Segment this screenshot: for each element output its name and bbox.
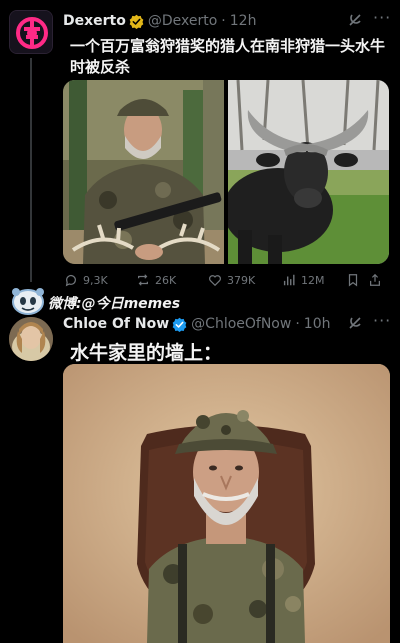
more-options-icon[interactable]: ··· xyxy=(373,8,391,27)
view-count: 12M xyxy=(301,273,325,287)
author-name[interactable]: Dexerto xyxy=(63,13,126,29)
share-button[interactable] xyxy=(368,273,384,287)
tweet-media[interactable] xyxy=(63,80,389,264)
dot-separator: · xyxy=(221,13,226,29)
dexerto-logo xyxy=(10,11,52,53)
repost-button[interactable]: 26K xyxy=(136,273,208,287)
reply-icon xyxy=(65,274,76,287)
tweet-time[interactable]: 12h xyxy=(230,13,257,29)
cape-buffalo-photo[interactable] xyxy=(228,80,389,264)
hunter-with-rifle-photo[interactable] xyxy=(63,80,224,264)
repost-icon xyxy=(138,274,148,286)
tweet-text: 一个百万富翁狩猎奖的猎人在南非狩猎一头水牛时被反杀 xyxy=(70,37,386,76)
bookmark-button[interactable] xyxy=(346,273,368,287)
author-handle[interactable]: @ChloeOfNow xyxy=(191,316,291,332)
views-button[interactable]: 12M xyxy=(282,273,346,287)
tweet-dexerto[interactable]: Dexerto @Dexerto · 12h ··· 一个百万富翁狩猎奖的猎人在… xyxy=(0,0,400,290)
chloe-avatar[interactable] xyxy=(9,317,53,361)
reply-button[interactable]: 9,3K xyxy=(64,273,136,287)
blue-verified-icon xyxy=(172,317,187,332)
tweet-header: Dexerto @Dexerto · 12h xyxy=(63,12,256,30)
weibo-mascot-logo xyxy=(10,286,46,316)
heart-icon xyxy=(209,275,221,287)
share-icon xyxy=(370,273,380,286)
grok-icon[interactable] xyxy=(348,316,362,334)
tweet-header: Chloe Of Now @ChloeOfNow · 10h xyxy=(63,315,330,333)
tweet-text: 水牛家里的墙上： xyxy=(70,342,223,364)
author-name[interactable]: Chloe Of Now xyxy=(63,316,169,332)
dot-separator: · xyxy=(295,316,300,332)
weibo-watermark: 微博:@今日memes xyxy=(48,296,181,312)
more-options-icon[interactable]: ··· xyxy=(373,311,391,330)
like-button[interactable]: 379K xyxy=(208,273,282,287)
hunter-head-trophy-mount-photo[interactable] xyxy=(63,364,390,643)
author-handle[interactable]: @Dexerto xyxy=(148,13,217,29)
tweet-action-bar: 9,3K 26K 379K 12M xyxy=(64,273,384,287)
repost-count: 26K xyxy=(155,273,177,287)
views-chart-icon xyxy=(283,274,295,286)
reply-count: 9,3K xyxy=(83,273,108,287)
gold-verified-icon xyxy=(129,14,144,29)
like-count: 379K xyxy=(227,273,256,287)
thread-line xyxy=(30,58,32,282)
dexerto-avatar[interactable] xyxy=(9,10,53,54)
grok-icon[interactable] xyxy=(348,13,362,31)
bookmark-icon xyxy=(348,274,358,287)
tweet-time[interactable]: 10h xyxy=(304,316,331,332)
